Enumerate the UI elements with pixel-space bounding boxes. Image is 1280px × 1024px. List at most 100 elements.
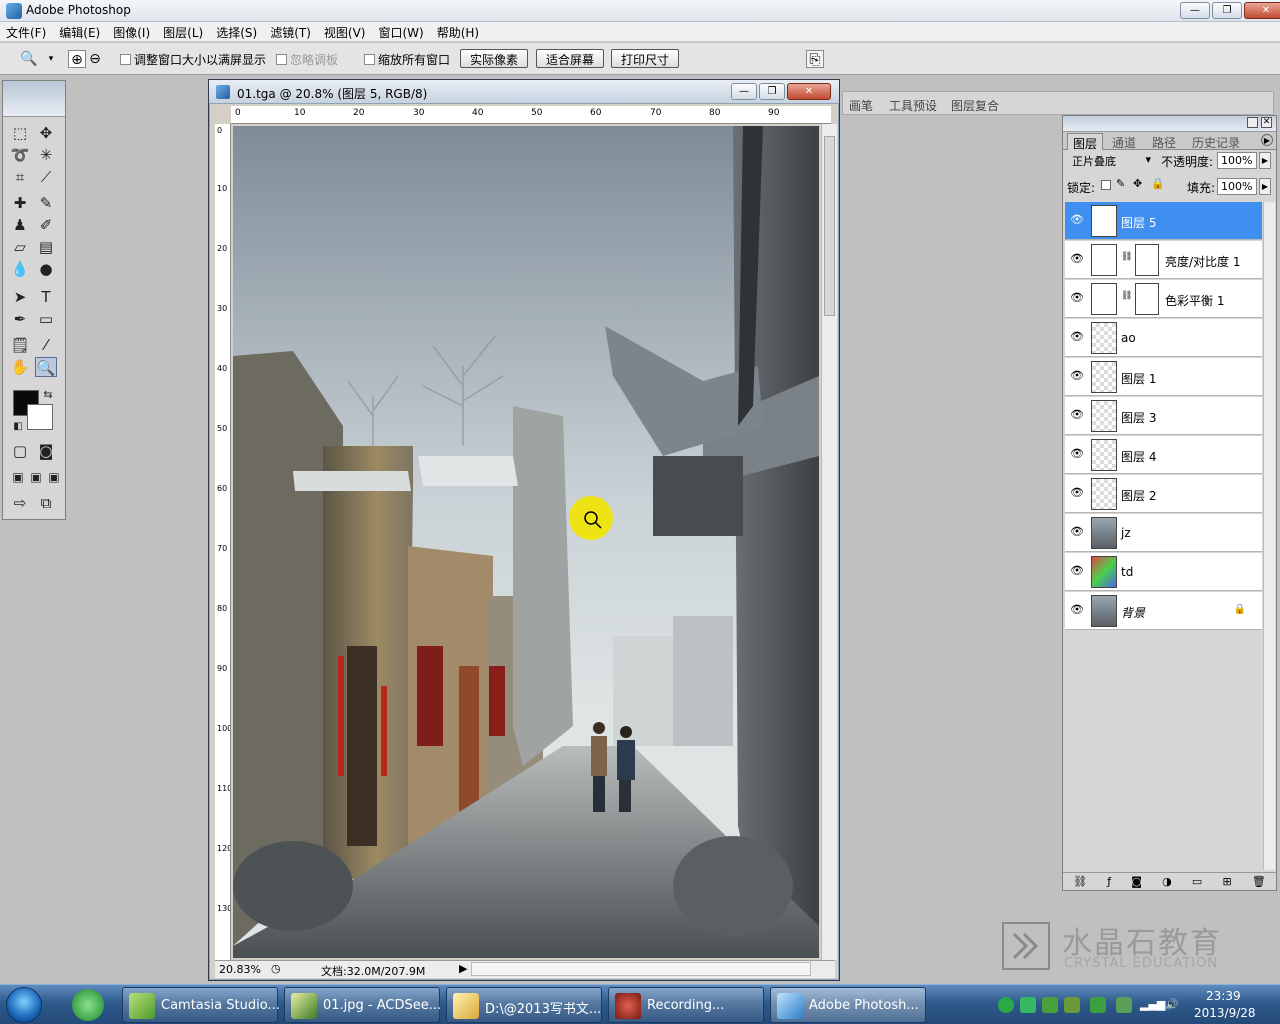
- tab-channels[interactable]: 通道: [1107, 133, 1141, 150]
- palette-well-tab-brushes[interactable]: 画笔: [849, 97, 873, 114]
- doc-minimize-button[interactable]: —: [731, 83, 757, 100]
- swap-colors-icon[interactable]: ⇆: [37, 385, 59, 405]
- zoom-all-windows-checkbox[interactable]: 缩放所有窗口: [364, 51, 450, 68]
- zoom-in-icon[interactable]: ⊕: [68, 50, 86, 68]
- magic-wand-tool-icon[interactable]: ✳: [35, 145, 57, 165]
- shape-tool-icon[interactable]: ▭: [35, 309, 57, 329]
- opacity-input[interactable]: 100%: [1217, 152, 1257, 169]
- zoom-tool-icon[interactable]: 🔍: [20, 50, 38, 68]
- dodge-tool-icon[interactable]: ●: [35, 259, 57, 279]
- tab-paths[interactable]: 路径: [1147, 133, 1181, 150]
- background-color-swatch[interactable]: [27, 404, 53, 430]
- close-button[interactable]: ✕: [1244, 2, 1280, 19]
- panel-minimize-icon[interactable]: [1247, 117, 1258, 128]
- task-acdsee[interactable]: 01.jpg - ACDSee...: [284, 987, 441, 1023]
- panel-menu-arrow-icon[interactable]: ▶: [1261, 134, 1273, 146]
- delete-layer-icon[interactable]: 🗑: [1252, 875, 1266, 888]
- healing-brush-tool-icon[interactable]: ✚: [9, 193, 31, 213]
- layer-row[interactable]: 👁 图层 4: [1065, 436, 1262, 474]
- type-tool-icon[interactable]: T: [35, 287, 57, 307]
- adjustment-layer-icon[interactable]: ◑: [1162, 875, 1172, 888]
- lock-transparency-icon[interactable]: [1101, 180, 1111, 190]
- fill-slider-arrow-icon[interactable]: ▶: [1259, 178, 1271, 195]
- link-layers-icon[interactable]: ⛓: [1073, 875, 1087, 888]
- menu-image[interactable]: 图像(I): [113, 22, 157, 41]
- new-layer-icon[interactable]: ⊞: [1222, 875, 1231, 888]
- standard-mode-icon[interactable]: ▢: [9, 441, 31, 461]
- menu-filter[interactable]: 滤镜(T): [270, 22, 318, 41]
- document-canvas[interactable]: [233, 126, 819, 958]
- resize-windows-checkbox[interactable]: 调整窗口大小以满屏显示: [120, 51, 266, 68]
- layer-row[interactable]: 👁 ⛓ 色彩平衡 1: [1065, 280, 1262, 318]
- visibility-eye-icon[interactable]: 👁: [1067, 328, 1087, 346]
- menu-edit[interactable]: 编辑(E): [59, 22, 107, 41]
- menu-file[interactable]: 文件(F): [6, 22, 53, 41]
- restore-button[interactable]: ❐: [1212, 2, 1242, 19]
- tray-security-icon[interactable]: [1020, 997, 1036, 1013]
- lock-image-icon[interactable]: ✎: [1116, 177, 1125, 190]
- task-recording[interactable]: Recording...: [608, 987, 764, 1023]
- screen-mode-full-icon[interactable]: ▣: [43, 467, 65, 487]
- pen-tool-icon[interactable]: ✒: [9, 309, 31, 329]
- visibility-eye-icon[interactable]: 👁: [1067, 523, 1087, 541]
- layer-mask-thumbnail[interactable]: [1135, 244, 1159, 276]
- menu-layer[interactable]: 图层(L): [163, 22, 210, 41]
- marquee-tool-icon[interactable]: ⬚: [9, 123, 31, 143]
- visibility-eye-icon[interactable]: 👁: [1067, 601, 1087, 619]
- fill-input[interactable]: 100%: [1217, 178, 1257, 195]
- quick-mask-mode-icon[interactable]: ◙: [35, 441, 57, 461]
- lock-all-icon[interactable]: 🔒: [1151, 177, 1165, 190]
- fit-screen-button[interactable]: 适合屏幕: [536, 49, 605, 68]
- crop-tool-icon[interactable]: ⌗: [9, 167, 31, 187]
- tray-app-icon[interactable]: [998, 997, 1014, 1013]
- zoom-tool-icon[interactable]: 🔍: [35, 357, 57, 377]
- layer-mask-icon[interactable]: ◙: [1131, 875, 1142, 888]
- task-camtasia[interactable]: Camtasia Studio...: [122, 987, 280, 1023]
- status-menu-arrow-icon[interactable]: ▶: [459, 962, 467, 975]
- menu-view[interactable]: 视图(V): [324, 22, 373, 41]
- zoom-slider-icon[interactable]: ◷: [271, 962, 281, 975]
- file-browser-icon[interactable]: ⎘: [806, 50, 824, 68]
- tray-nvidia-icon[interactable]: [1090, 997, 1106, 1013]
- layer-row[interactable]: 👁 图层 1: [1065, 358, 1262, 396]
- layer-row[interactable]: 👁 ⛓ 亮度/对比度 1: [1065, 241, 1262, 279]
- notes-tool-icon[interactable]: 🗒: [9, 335, 31, 355]
- lock-position-icon[interactable]: ✥: [1133, 177, 1142, 190]
- layer-row[interactable]: 👁 td: [1065, 553, 1262, 591]
- menu-window[interactable]: 窗口(W): [378, 22, 430, 41]
- default-colors-icon[interactable]: ◧: [7, 417, 29, 437]
- layer-mask-thumbnail[interactable]: [1135, 283, 1159, 315]
- tab-layers[interactable]: 图层: [1067, 133, 1104, 151]
- brush-tool-icon[interactable]: ✎: [35, 193, 57, 213]
- visibility-eye-icon[interactable]: 👁: [1067, 484, 1087, 502]
- mask-link-icon[interactable]: ⛓: [1121, 291, 1132, 301]
- ignore-palettes-checkbox[interactable]: 忽略调板: [276, 51, 338, 68]
- path-selection-tool-icon[interactable]: ➤: [9, 287, 31, 307]
- gradient-tool-icon[interactable]: ▤: [35, 237, 57, 257]
- visibility-eye-icon[interactable]: 👁: [1067, 289, 1087, 307]
- actual-pixels-button[interactable]: 实际像素: [460, 49, 529, 68]
- zoom-out-icon[interactable]: ⊖: [86, 50, 104, 68]
- zoom-level-field[interactable]: 20.83%: [219, 963, 261, 976]
- visibility-eye-icon[interactable]: 👁: [1067, 562, 1087, 580]
- layers-scrollbar[interactable]: [1263, 202, 1275, 870]
- document-vertical-scrollbar[interactable]: [821, 124, 837, 960]
- visibility-eye-icon[interactable]: 👁: [1067, 211, 1087, 229]
- tray-action-center-icon[interactable]: [1116, 997, 1132, 1013]
- opacity-slider-arrow-icon[interactable]: ▶: [1259, 152, 1271, 169]
- print-size-button[interactable]: 打印尺寸: [611, 49, 680, 68]
- visibility-eye-icon[interactable]: 👁: [1067, 406, 1087, 424]
- start-button[interactable]: [6, 987, 42, 1023]
- clock-time[interactable]: 23:39: [1206, 989, 1241, 1003]
- layer-row[interactable]: 👁 图层 5: [1065, 202, 1262, 240]
- menu-help[interactable]: 帮助(H): [437, 22, 486, 41]
- new-group-icon[interactable]: ▭: [1192, 875, 1202, 888]
- network-signal-icon[interactable]: ▂▄▆: [1140, 997, 1165, 1013]
- layers-panel-titlebar[interactable]: ✕: [1063, 116, 1276, 132]
- horizontal-scrollbar[interactable]: [471, 962, 811, 976]
- layer-style-icon[interactable]: ƒ: [1107, 875, 1111, 888]
- doc-close-button[interactable]: ✕: [787, 83, 831, 100]
- menu-select[interactable]: 选择(S): [216, 22, 264, 41]
- palette-well-tab-layer-comps[interactable]: 图层复合: [951, 97, 999, 114]
- minimize-button[interactable]: —: [1180, 2, 1210, 19]
